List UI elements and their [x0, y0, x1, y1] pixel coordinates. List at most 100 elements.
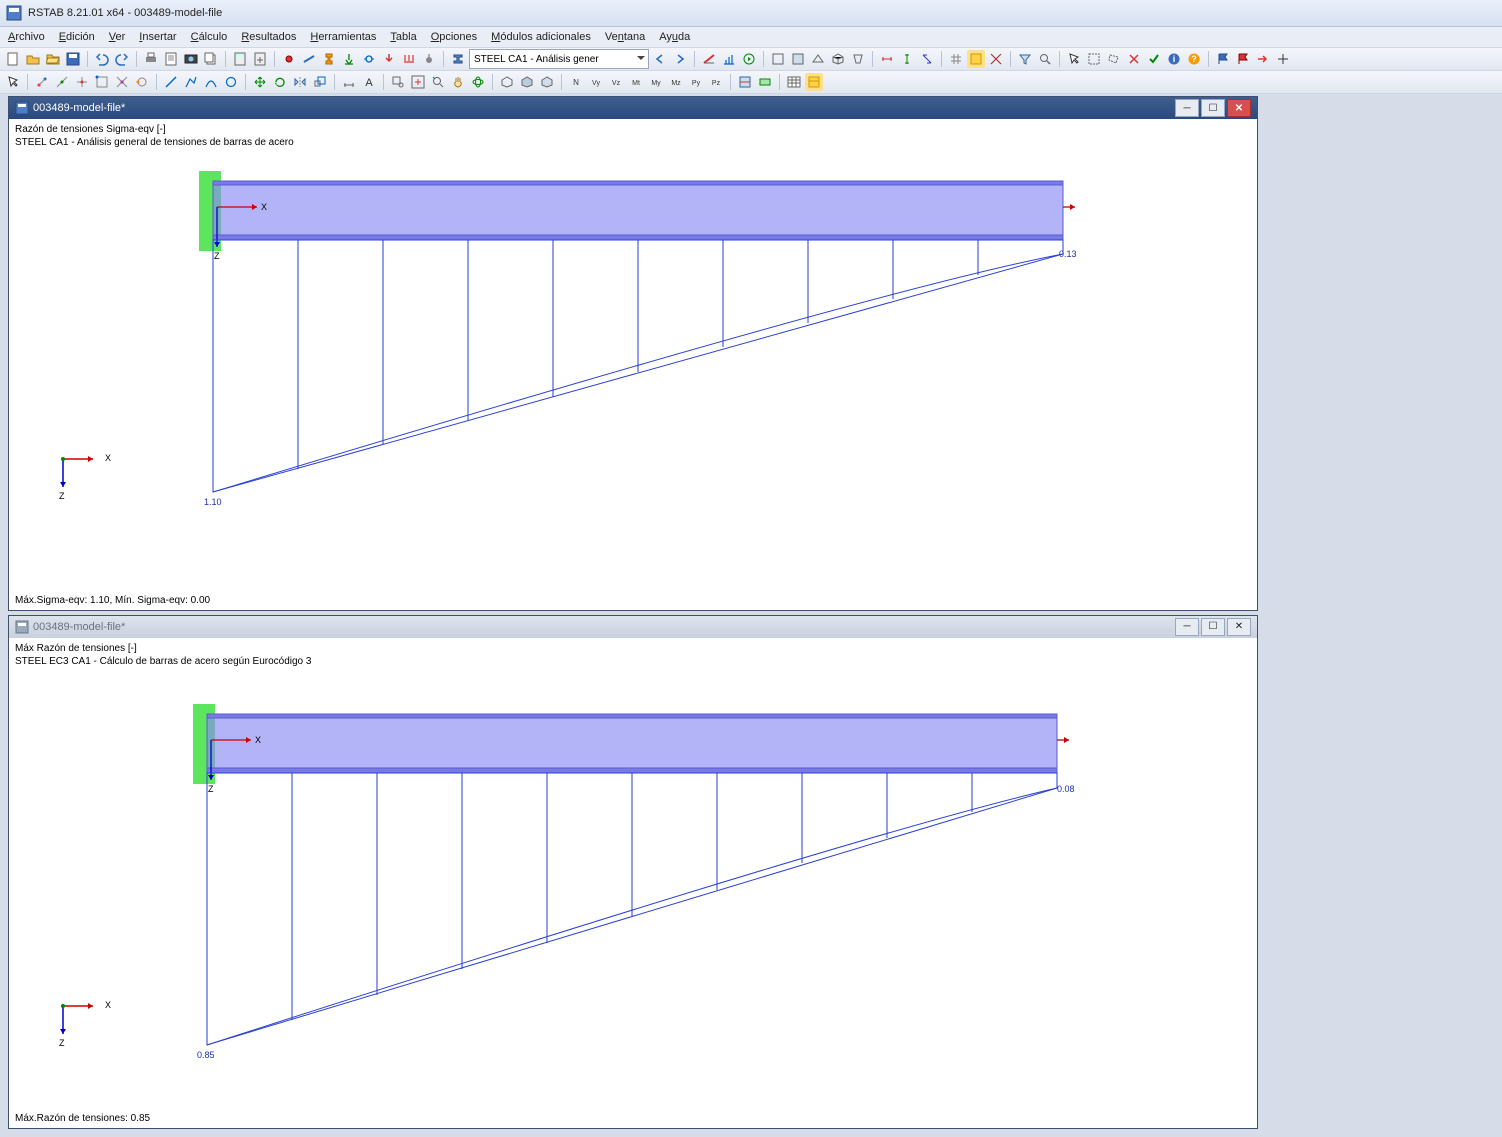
- menu-ventana[interactable]: Ventana: [605, 31, 645, 43]
- panel-icon[interactable]: [805, 73, 823, 91]
- open-folder-icon[interactable]: [44, 50, 62, 68]
- vy-icon[interactable]: Vy: [587, 73, 605, 91]
- info-icon[interactable]: i: [1165, 50, 1183, 68]
- load-icon[interactable]: [380, 50, 398, 68]
- menu-insertar[interactable]: Insertar: [139, 31, 176, 43]
- undo-icon[interactable]: [93, 50, 111, 68]
- menu-ver[interactable]: Ver: [109, 31, 126, 43]
- mt-icon[interactable]: Mt: [627, 73, 645, 91]
- menu-opciones[interactable]: Opciones: [431, 31, 477, 43]
- capture-icon[interactable]: [182, 50, 200, 68]
- mass-icon[interactable]: [420, 50, 438, 68]
- minimize-button[interactable]: ─: [1175, 99, 1199, 117]
- line1-icon[interactable]: [162, 73, 180, 91]
- show-results-icon[interactable]: [700, 50, 718, 68]
- snap2-icon[interactable]: [53, 73, 71, 91]
- snap5-icon[interactable]: [113, 73, 131, 91]
- snap6-icon[interactable]: [133, 73, 151, 91]
- beam-icon[interactable]: [300, 50, 318, 68]
- copy-icon[interactable]: [202, 50, 220, 68]
- minimize-button-2[interactable]: ─: [1175, 618, 1199, 636]
- clip-icon[interactable]: [987, 50, 1005, 68]
- move-icon[interactable]: [251, 73, 269, 91]
- new-file-icon[interactable]: [4, 50, 22, 68]
- dim-y-icon[interactable]: [898, 50, 916, 68]
- orbit-icon[interactable]: [469, 73, 487, 91]
- zoom-all-icon[interactable]: [409, 73, 427, 91]
- menu-edicion[interactable]: Edición: [59, 31, 95, 43]
- dim-z-icon[interactable]: [918, 50, 936, 68]
- highlight-icon[interactable]: [967, 50, 985, 68]
- canvas-1[interactable]: Razón de tensiones Sigma-eqv [-]STEEL CA…: [9, 119, 1257, 610]
- snap3-icon[interactable]: [73, 73, 91, 91]
- dim-icon[interactable]: [340, 73, 358, 91]
- render-wire-icon[interactable]: [498, 73, 516, 91]
- child-window-1-titlebar[interactable]: 003489-model-file* ─ ☐ ✕: [9, 97, 1257, 119]
- help-icon[interactable]: ?: [1185, 50, 1203, 68]
- select-icon[interactable]: [1065, 50, 1083, 68]
- load2-icon[interactable]: [400, 50, 418, 68]
- arc-icon[interactable]: [202, 73, 220, 91]
- render-solid-icon[interactable]: [518, 73, 536, 91]
- stress-icon[interactable]: [736, 73, 754, 91]
- hinge-icon[interactable]: [360, 50, 378, 68]
- pan-icon[interactable]: [449, 73, 467, 91]
- child-window-2-titlebar[interactable]: 003489-model-file* ─ ☐ ✕: [9, 616, 1257, 638]
- loadcase-dropdown[interactable]: STEEL CA1 - Análisis gener: [469, 49, 649, 69]
- line2-icon[interactable]: [182, 73, 200, 91]
- flag-arrow-icon[interactable]: [1254, 50, 1272, 68]
- maximize-button[interactable]: ☐: [1201, 99, 1225, 117]
- zoom-win-icon[interactable]: [389, 73, 407, 91]
- steel-icon[interactable]: [449, 50, 467, 68]
- pz-icon[interactable]: Pz: [707, 73, 725, 91]
- save-icon[interactable]: [64, 50, 82, 68]
- view-iso-icon[interactable]: [829, 50, 847, 68]
- rotate-icon[interactable]: [271, 73, 289, 91]
- vz-icon[interactable]: Vz: [607, 73, 625, 91]
- menu-resultados[interactable]: Resultados: [241, 31, 296, 43]
- view-xz-icon[interactable]: [809, 50, 827, 68]
- section-icon[interactable]: [320, 50, 338, 68]
- prev-icon[interactable]: [651, 50, 669, 68]
- text-icon[interactable]: A: [360, 73, 378, 91]
- menu-modulos[interactable]: Módulos adicionales: [491, 31, 591, 43]
- close-button[interactable]: ✕: [1227, 99, 1251, 117]
- menu-calculo[interactable]: Cálculo: [191, 31, 228, 43]
- cursor-cross-icon[interactable]: [1274, 50, 1292, 68]
- deselect-icon[interactable]: [1125, 50, 1143, 68]
- animate-icon[interactable]: [740, 50, 758, 68]
- print-icon[interactable]: [142, 50, 160, 68]
- scale-icon[interactable]: [720, 50, 738, 68]
- dim-x-icon[interactable]: [878, 50, 896, 68]
- menu-ayuda[interactable]: Ayuda: [659, 31, 690, 43]
- design-icon[interactable]: [756, 73, 774, 91]
- view-yz-icon[interactable]: [789, 50, 807, 68]
- menu-tabla[interactable]: Tabla: [390, 31, 416, 43]
- support-icon[interactable]: [340, 50, 358, 68]
- mz-icon[interactable]: Mz: [667, 73, 685, 91]
- find-icon[interactable]: [1036, 50, 1054, 68]
- grid-icon[interactable]: [947, 50, 965, 68]
- snap1-icon[interactable]: [33, 73, 51, 91]
- view-xy-icon[interactable]: [769, 50, 787, 68]
- flag-red-icon[interactable]: [1234, 50, 1252, 68]
- check-icon[interactable]: [1145, 50, 1163, 68]
- calc-icon[interactable]: [231, 50, 249, 68]
- filter-icon[interactable]: [1016, 50, 1034, 68]
- circle-icon[interactable]: [222, 73, 240, 91]
- zoom-prev-icon[interactable]: [429, 73, 447, 91]
- render-trans-icon[interactable]: [538, 73, 556, 91]
- calc2-icon[interactable]: [251, 50, 269, 68]
- my-icon[interactable]: My: [647, 73, 665, 91]
- report-icon[interactable]: [162, 50, 180, 68]
- snap4-icon[interactable]: [93, 73, 111, 91]
- select-box-icon[interactable]: [1085, 50, 1103, 68]
- select2-icon[interactable]: [4, 73, 22, 91]
- view-persp-icon[interactable]: [849, 50, 867, 68]
- select-poly-icon[interactable]: [1105, 50, 1123, 68]
- py-icon[interactable]: Py: [687, 73, 705, 91]
- nforce-icon[interactable]: N: [567, 73, 585, 91]
- menu-archivo[interactable]: Archivo: [8, 31, 45, 43]
- maximize-button-2[interactable]: ☐: [1201, 618, 1225, 636]
- close-button-2[interactable]: ✕: [1227, 618, 1251, 636]
